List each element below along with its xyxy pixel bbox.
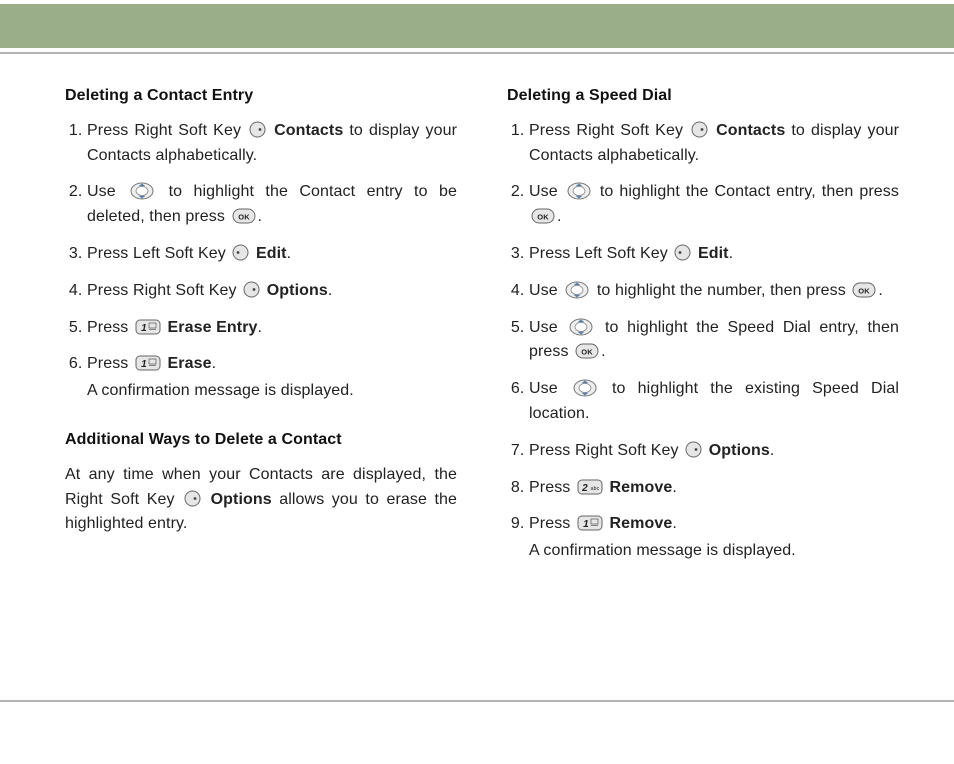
label-bold: Options xyxy=(211,491,272,508)
step-text: Use xyxy=(87,183,127,200)
step-item: Press Right Soft Key Contacts to display… xyxy=(529,119,899,169)
step-item: Press Erase Entry. xyxy=(87,316,457,341)
nav-key-icon xyxy=(564,280,590,300)
step-text: . xyxy=(557,208,562,225)
label-bold: Options xyxy=(709,442,770,459)
step-note: A confirmation message is displayed. xyxy=(87,379,457,404)
step-text: . xyxy=(878,282,883,299)
step-item: Press Right Soft Key Options. xyxy=(529,439,899,464)
label-bold: Edit xyxy=(698,245,729,262)
label-bold: Edit xyxy=(256,245,287,262)
step-item: Use to highlight the number, then press … xyxy=(529,279,899,304)
step-text: . xyxy=(258,319,263,336)
key-1-icon xyxy=(135,355,161,371)
step-text: . xyxy=(729,245,734,262)
step-text: . xyxy=(672,515,677,532)
key-1-icon xyxy=(135,319,161,335)
step-text: Use xyxy=(529,380,570,397)
label-bold: Remove xyxy=(610,515,673,532)
right-soft-key-icon xyxy=(243,281,260,298)
steps-list: Press Right Soft Key Contacts to display… xyxy=(65,119,457,404)
step-text: Use xyxy=(529,319,566,336)
footer-rule xyxy=(0,700,954,702)
nav-key-icon xyxy=(129,181,155,201)
ok-key-icon xyxy=(232,208,256,224)
key-2-icon xyxy=(577,479,603,495)
right-column: Deleting a Speed Dial Press Right Soft K… xyxy=(507,84,899,576)
step-text: to highlight the Contact entry, then pre… xyxy=(600,183,899,200)
section-heading: Deleting a Contact Entry xyxy=(65,84,457,109)
ok-key-icon xyxy=(531,208,555,224)
step-text: . xyxy=(328,282,333,299)
right-soft-key-icon xyxy=(249,121,266,138)
right-soft-key-icon xyxy=(691,121,708,138)
step-text: . xyxy=(212,355,217,372)
header-bar xyxy=(0,4,954,48)
step-text: Press Right Soft Key xyxy=(529,122,689,139)
page-content: Deleting a Contact Entry Press Right Sof… xyxy=(0,54,954,576)
nav-key-icon xyxy=(566,181,592,201)
ok-key-icon xyxy=(575,343,599,359)
label-bold: Remove xyxy=(610,479,673,496)
step-item: Use to highlight the Speed Dial entry, t… xyxy=(529,316,899,366)
label-bold: Contacts xyxy=(716,122,785,139)
step-item: Press Right Soft Key Options. xyxy=(87,279,457,304)
right-soft-key-icon xyxy=(184,490,201,507)
section-heading: Deleting a Speed Dial xyxy=(507,84,899,109)
step-text: . xyxy=(287,245,292,262)
step-item: Use to highlight the existing Speed Dial… xyxy=(529,377,899,427)
nav-key-icon xyxy=(568,317,594,337)
step-item: Use to highlight the Contact entry to be… xyxy=(87,180,457,230)
key-1-icon xyxy=(577,515,603,531)
label-bold: Erase Entry xyxy=(168,319,258,336)
step-text: Press Left Soft Key xyxy=(529,245,672,262)
step-item: Press Erase. A confirmation message is d… xyxy=(87,352,457,404)
nav-key-icon xyxy=(572,378,598,398)
step-text: . xyxy=(601,343,606,360)
step-text: . xyxy=(258,208,263,225)
label-bold: Options xyxy=(267,282,328,299)
step-text: Use xyxy=(529,282,562,299)
step-text: Press Right Soft Key xyxy=(529,442,683,459)
left-soft-key-icon xyxy=(232,244,249,261)
step-text: Press xyxy=(87,319,133,336)
left-column: Deleting a Contact Entry Press Right Sof… xyxy=(65,84,457,576)
step-text: to highlight the number, then press xyxy=(597,282,851,299)
step-text: Use xyxy=(529,183,564,200)
step-text: Press xyxy=(87,355,133,372)
step-text: Press Left Soft Key xyxy=(87,245,230,262)
ok-key-icon xyxy=(852,282,876,298)
step-item: Press Right Soft Key Contacts to display… xyxy=(87,119,457,169)
left-soft-key-icon xyxy=(674,244,691,261)
steps-list: Press Right Soft Key Contacts to display… xyxy=(507,119,899,564)
section-heading: Additional Ways to Delete a Contact xyxy=(65,428,457,453)
right-soft-key-icon xyxy=(685,441,702,458)
label-bold: Erase xyxy=(168,355,212,372)
step-text: Press xyxy=(529,515,575,532)
step-item: Press Left Soft Key Edit. xyxy=(87,242,457,267)
step-item: Press Remove. xyxy=(529,476,899,501)
step-item: Press Remove. A confirmation message is … xyxy=(529,512,899,564)
step-text: Press xyxy=(529,479,575,496)
step-text: Press Right Soft Key xyxy=(87,122,247,139)
step-text: . xyxy=(672,479,677,496)
step-note: A confirmation message is displayed. xyxy=(529,539,899,564)
step-text: Press Right Soft Key xyxy=(87,282,241,299)
step-text: . xyxy=(770,442,775,459)
paragraph: At any time when your Contacts are displ… xyxy=(65,463,457,537)
label-bold: Contacts xyxy=(274,122,343,139)
step-item: Press Left Soft Key Edit. xyxy=(529,242,899,267)
step-item: Use to highlight the Contact entry, then… xyxy=(529,180,899,230)
